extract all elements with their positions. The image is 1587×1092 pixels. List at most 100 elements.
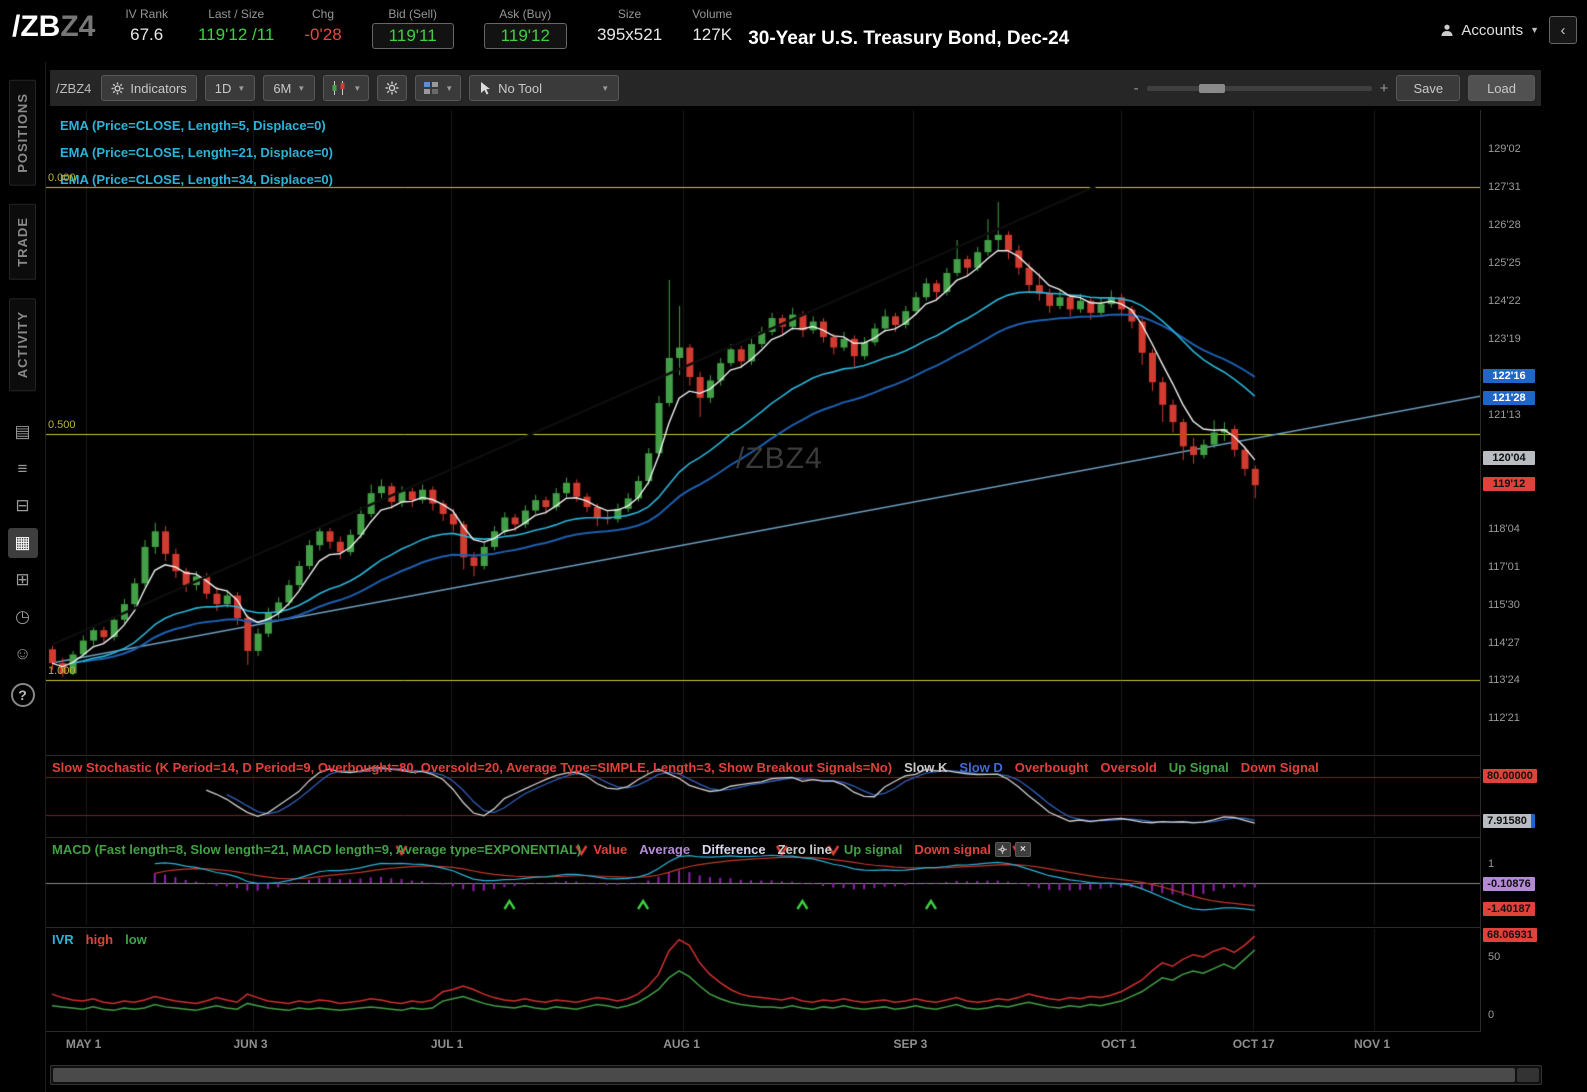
save-button[interactable]: Save: [1396, 75, 1461, 101]
price-tick: 118'04: [1488, 522, 1520, 535]
gear-icon: [385, 81, 399, 95]
stat-value[interactable]: 119'12: [483, 23, 567, 49]
indicators-button[interactable]: Indicators: [101, 75, 197, 101]
time-axis-label: OCT 17: [1232, 1037, 1275, 1051]
indicators-label: Indicators: [130, 80, 187, 96]
person-icon: [1440, 23, 1454, 37]
macd-title: MACD (Fast length=8, Slow length=21, MAC…: [52, 842, 582, 857]
macd-axis-tick: 1: [1488, 858, 1495, 870]
legend-item: Zero line: [777, 842, 832, 857]
accounts-menu[interactable]: Accounts ▼: [1440, 22, 1539, 39]
macd-close-button[interactable]: ×: [1014, 842, 1031, 857]
price-badge: 119'12: [1483, 477, 1535, 492]
header-right: Accounts ▼ ‹: [1440, 16, 1577, 44]
stat-iv-rank: IV Rank 67.6: [125, 0, 168, 49]
toolbar-symbol: /ZBZ4: [56, 80, 92, 96]
zoom-slider-handle[interactable]: [1198, 83, 1225, 93]
price-tick: 126'28: [1488, 219, 1521, 232]
collapse-panel-button[interactable]: ‹: [1549, 16, 1577, 44]
zoom-out-button[interactable]: -: [1134, 80, 1139, 97]
chart-settings-button[interactable]: [377, 75, 408, 101]
candlestick-canvas[interactable]: [46, 110, 1480, 755]
range-value: 6M: [273, 80, 292, 96]
zoom-in-button[interactable]: +: [1380, 80, 1389, 97]
panel-divider: [46, 837, 1480, 838]
sidebar-icons: ▤ ≡ ⊟ ▦ ⊞ ◷ ☺: [7, 417, 38, 669]
price-tick: 121'13: [1488, 408, 1521, 421]
stochastic-value-badge: 80.00000: [1483, 769, 1537, 784]
chart-type-dropdown[interactable]: ▼: [323, 75, 370, 101]
range-dropdown[interactable]: 6M ▼: [263, 75, 316, 101]
time-axis-label: AUG 1: [663, 1037, 700, 1051]
stochastic-title: Slow Stochastic (K Period=14, D Period=9…: [52, 760, 893, 775]
sidebar-tab-activity[interactable]: ACTIVITY: [9, 297, 36, 391]
trading-platform: /ZBZ4 IV Rank 67.6 Last / Size 119'12 /11 Ch…: [0, 0, 1587, 1092]
orders-icon[interactable]: ⊟: [8, 491, 38, 521]
symbol-expiry: Z4: [60, 10, 96, 43]
time-axis-label: NOV 1: [1354, 1037, 1391, 1051]
main-chart: EMA (Price=CLOSE, Length=5, Displace=0) E…: [46, 110, 1480, 755]
legend-item: Up Signal: [1168, 760, 1229, 775]
stat-volume: Volume 127K: [692, 0, 732, 49]
stat-label: Volume: [692, 7, 733, 21]
ivr-panel: IVR high low: [46, 929, 1480, 1031]
ivr-axis-tick: 0: [1488, 1009, 1495, 1021]
report-icon[interactable]: ▤: [8, 417, 38, 447]
ema-label: EMA (Price=CLOSE, Length=34, Displace=0): [60, 172, 333, 187]
chart-region: /ZBZ4 Indicators 1D ▼ 6M ▼ ▼ ▼ No Tool ▼…: [46, 62, 1587, 1092]
time-axis: MAY 1 JUN 3 JUL 1 AUG 1 SEP 3 OCT 1 OCT 17 NOV …: [46, 1032, 1480, 1058]
legend-item: low: [125, 932, 147, 947]
load-button[interactable]: Load: [1468, 75, 1535, 101]
sidebar-tab-trade[interactable]: TRADE: [9, 203, 36, 280]
time-axis-label: MAY 1: [65, 1037, 102, 1051]
help-icon[interactable]: ?: [10, 682, 35, 707]
macd-value-badge: -0.10876: [1483, 877, 1535, 892]
legend-item: Overbought: [1014, 760, 1089, 775]
horizontal-scrollbar[interactable]: [50, 1065, 1542, 1085]
right-axis: 129'02 127'31 126'28 125'25 124'22 123'19 121'…: [1480, 110, 1584, 1032]
legend-item: Average: [639, 842, 691, 857]
chart-icon[interactable]: ▦: [7, 527, 38, 558]
ivr-value-badge: 68.06931: [1483, 928, 1537, 943]
stat-label: Last / Size: [208, 7, 265, 21]
legend-item: Slow K: [904, 760, 948, 775]
panel-divider: [46, 755, 1480, 756]
stat-ask-buy-[interactable]: Ask (Buy) 119'12: [483, 0, 567, 49]
time-axis-label: OCT 1: [1101, 1037, 1137, 1051]
macd-legend: Value Average Difference Zero line Up signal…: [581, 842, 991, 857]
legend-item: Down Signal: [1240, 760, 1319, 775]
instrument-title: 30-Year U.S. Treasury Bond, Dec-24: [748, 28, 1070, 49]
stochastic-value-badge: 7.91580: [1483, 814, 1535, 829]
clients-icon[interactable]: ☺: [8, 639, 38, 669]
macd-settings-button[interactable]: [994, 842, 1011, 857]
price-tick: 117'01: [1488, 560, 1520, 573]
timeframe-value: 1D: [214, 80, 232, 96]
fib-level-label: 1.000: [48, 665, 76, 678]
drawing-tool-dropdown[interactable]: No Tool ▼: [469, 75, 620, 101]
legend-item: Difference: [702, 842, 766, 857]
list-icon[interactable]: ≡: [8, 454, 38, 484]
stat-value: -0'28: [304, 25, 342, 44]
legend-item: Value: [593, 842, 628, 857]
legend-item: Oversold: [1100, 760, 1157, 775]
zoom-slider[interactable]: [1146, 83, 1372, 93]
stat-label: Ask (Buy): [499, 7, 552, 21]
stochastic-legend: Slow K Slow D Overbought Oversold Up Signal D…: [892, 760, 1319, 775]
scrollbar-handle[interactable]: [53, 1068, 1515, 1082]
tool-label: No Tool: [498, 80, 542, 96]
dashboard-grid-icon[interactable]: ⊞: [8, 565, 38, 595]
chevron-down-icon: ▼: [1530, 25, 1539, 35]
price-badge: 120'04: [1483, 451, 1535, 466]
timeframe-dropdown[interactable]: 1D ▼: [204, 75, 256, 101]
price-tick: 112'21: [1488, 712, 1520, 725]
history-clock-icon[interactable]: ◷: [8, 602, 38, 632]
layout-dropdown[interactable]: ▼: [415, 75, 462, 101]
sidebar-tabs: POSITIONS TRADE ACTIVITY: [9, 62, 36, 391]
stat-value[interactable]: 119'11: [371, 23, 454, 49]
sidebar-tab-positions[interactable]: POSITIONS: [9, 80, 36, 186]
stat-bid-sell-[interactable]: Bid (Sell) 119'11: [371, 0, 454, 49]
ivr-axis-tick: 50: [1488, 951, 1501, 963]
time-axis-label: SEP 3: [893, 1037, 928, 1051]
chevron-down-icon: ▼: [297, 83, 306, 93]
stat-label: Bid (Sell): [388, 7, 438, 21]
